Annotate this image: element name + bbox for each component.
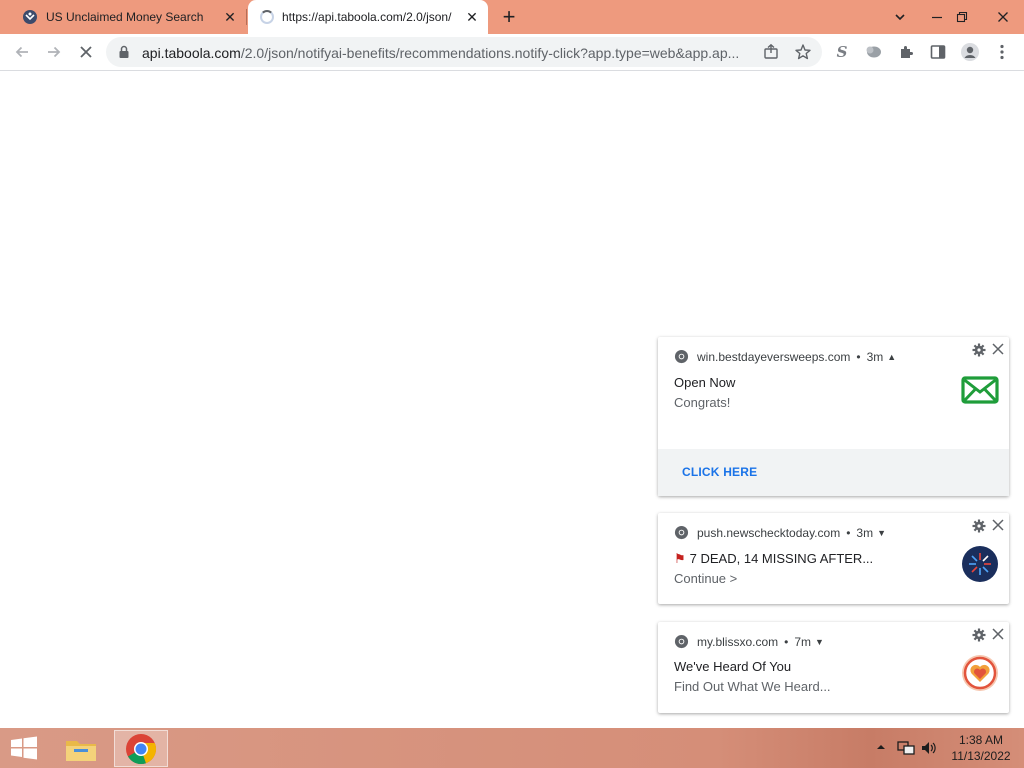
stop-x-icon [80,46,92,58]
notification-title: We've Heard Of You [674,659,792,674]
close-tab-icon[interactable]: ✕ [462,7,482,27]
side-panel-icon[interactable] [924,38,952,66]
tab-taboola-api[interactable]: https://api.taboola.com/2.0/json/ ✕ [248,0,488,34]
site-favicon-icon [23,10,37,24]
new-tab-button[interactable]: + [497,4,521,29]
notification-header: my.blissxo.com • 7m ▼ [674,634,824,649]
network-icon[interactable] [897,740,915,759]
back-arrow-icon [15,46,28,58]
chevron-down-icon[interactable]: ▼ [877,528,886,538]
loading-spinner-icon [260,10,274,24]
notification-title-text: 7 DEAD, 14 MISSING AFTER... [689,551,874,566]
heart-badge-icon [962,655,998,691]
chrome-icon [674,634,689,649]
forward-button[interactable] [40,38,68,66]
clock-date: 11/13/2022 [951,749,1011,763]
settings-gear-icon[interactable] [972,343,986,357]
url-host: api.taboola.com [142,45,241,61]
url-text[interactable]: api.taboola.com/2.0/json/notifyai-benefi… [142,45,754,61]
tab-strip: US Unclaimed Money Search ✕ https://api.… [0,0,1024,34]
notification-body: Find Out What We Heard... [674,679,831,694]
extension-elephant-icon[interactable] [860,38,888,66]
notification-body: Congrats! [674,395,731,410]
bookmark-star-icon[interactable] [794,43,812,61]
notification-source: push.newschecktoday.com [697,525,841,540]
separator-dot: • [856,349,861,364]
settings-gear-icon[interactable] [972,628,986,642]
restore-button[interactable] [946,0,978,34]
windows-taskbar: 1:38 AM 11/13/2022 [0,728,1024,768]
envelope-icon [961,376,999,404]
address-bar[interactable]: api.taboola.com/2.0/json/notifyai-benefi… [106,37,822,67]
lock-icon[interactable] [118,45,130,59]
windows-start-icon[interactable] [8,736,40,760]
click-here-button[interactable]: CLICK HERE [658,449,1009,496]
chevron-up-icon[interactable]: ▲ [887,352,896,362]
back-button[interactable] [8,38,36,66]
tab-divider [246,9,247,25]
chrome-icon [674,525,689,540]
news-logo-icon [962,546,998,582]
close-window-button[interactable] [982,0,1024,34]
notification-body: Continue > [674,571,738,586]
notification-title: Open Now [674,375,736,390]
profile-avatar-icon[interactable] [956,38,984,66]
extension-s-icon[interactable]: S [828,38,856,66]
notification-card[interactable]: win.bestdayeversweeps.com • 3m ▲ Open No… [658,337,1009,496]
notification-card[interactable]: push.newschecktoday.com • 3m ▼ ⚑ 7 DEAD, … [658,513,1009,604]
separator-dot: • [846,525,851,540]
url-path: /2.0/json/notifyai-benefits/recommendati… [240,45,740,61]
close-icon[interactable] [991,342,1005,356]
chevron-down-icon[interactable]: ▼ [815,637,824,647]
notification-title: ⚑ 7 DEAD, 14 MISSING AFTER... [674,551,873,567]
settings-gear-icon[interactable] [972,519,986,533]
notification-source: win.bestdayeversweeps.com [697,349,851,364]
tab-title: https://api.taboola.com/2.0/json/ [282,10,452,24]
stop-loading-button[interactable] [72,38,100,66]
close-icon[interactable] [991,518,1005,532]
browser-toolbar: api.taboola.com/2.0/json/notifyai-benefi… [0,34,1024,71]
file-explorer-icon[interactable] [54,730,108,767]
extensions-puzzle-icon[interactable] [892,38,920,66]
notification-age: 3m [866,349,884,364]
action-label: CLICK HERE [682,465,758,479]
system-clock[interactable]: 1:38 AM 11/13/2022 [946,732,1016,764]
separator-dot: • [784,634,789,649]
notification-age: 7m [794,634,811,649]
red-flag-icon: ⚑ [674,551,686,566]
notification-header: win.bestdayeversweeps.com • 3m ▲ [674,349,896,364]
menu-kebab-icon[interactable] [988,38,1016,66]
clock-time: 1:38 AM [958,733,1004,747]
close-icon[interactable] [991,627,1005,641]
show-hidden-icons-icon[interactable] [876,742,886,755]
notification-header: push.newschecktoday.com • 3m ▼ [674,525,886,540]
chrome-icon [674,349,689,364]
notification-card[interactable]: my.blissxo.com • 7m ▼ We've Heard Of You… [658,622,1009,713]
share-icon[interactable] [762,43,780,61]
tab-unclaimed-money[interactable]: US Unclaimed Money Search ✕ [8,0,246,34]
notification-source: my.blissxo.com [697,634,779,649]
volume-icon[interactable] [920,740,938,759]
tab-search-icon[interactable] [884,0,916,34]
tab-title: US Unclaimed Money Search [46,10,204,24]
notification-age: 3m [856,525,874,540]
chrome-taskbar-icon[interactable] [114,730,168,767]
close-tab-icon[interactable]: ✕ [220,7,240,27]
forward-arrow-icon [48,46,61,58]
